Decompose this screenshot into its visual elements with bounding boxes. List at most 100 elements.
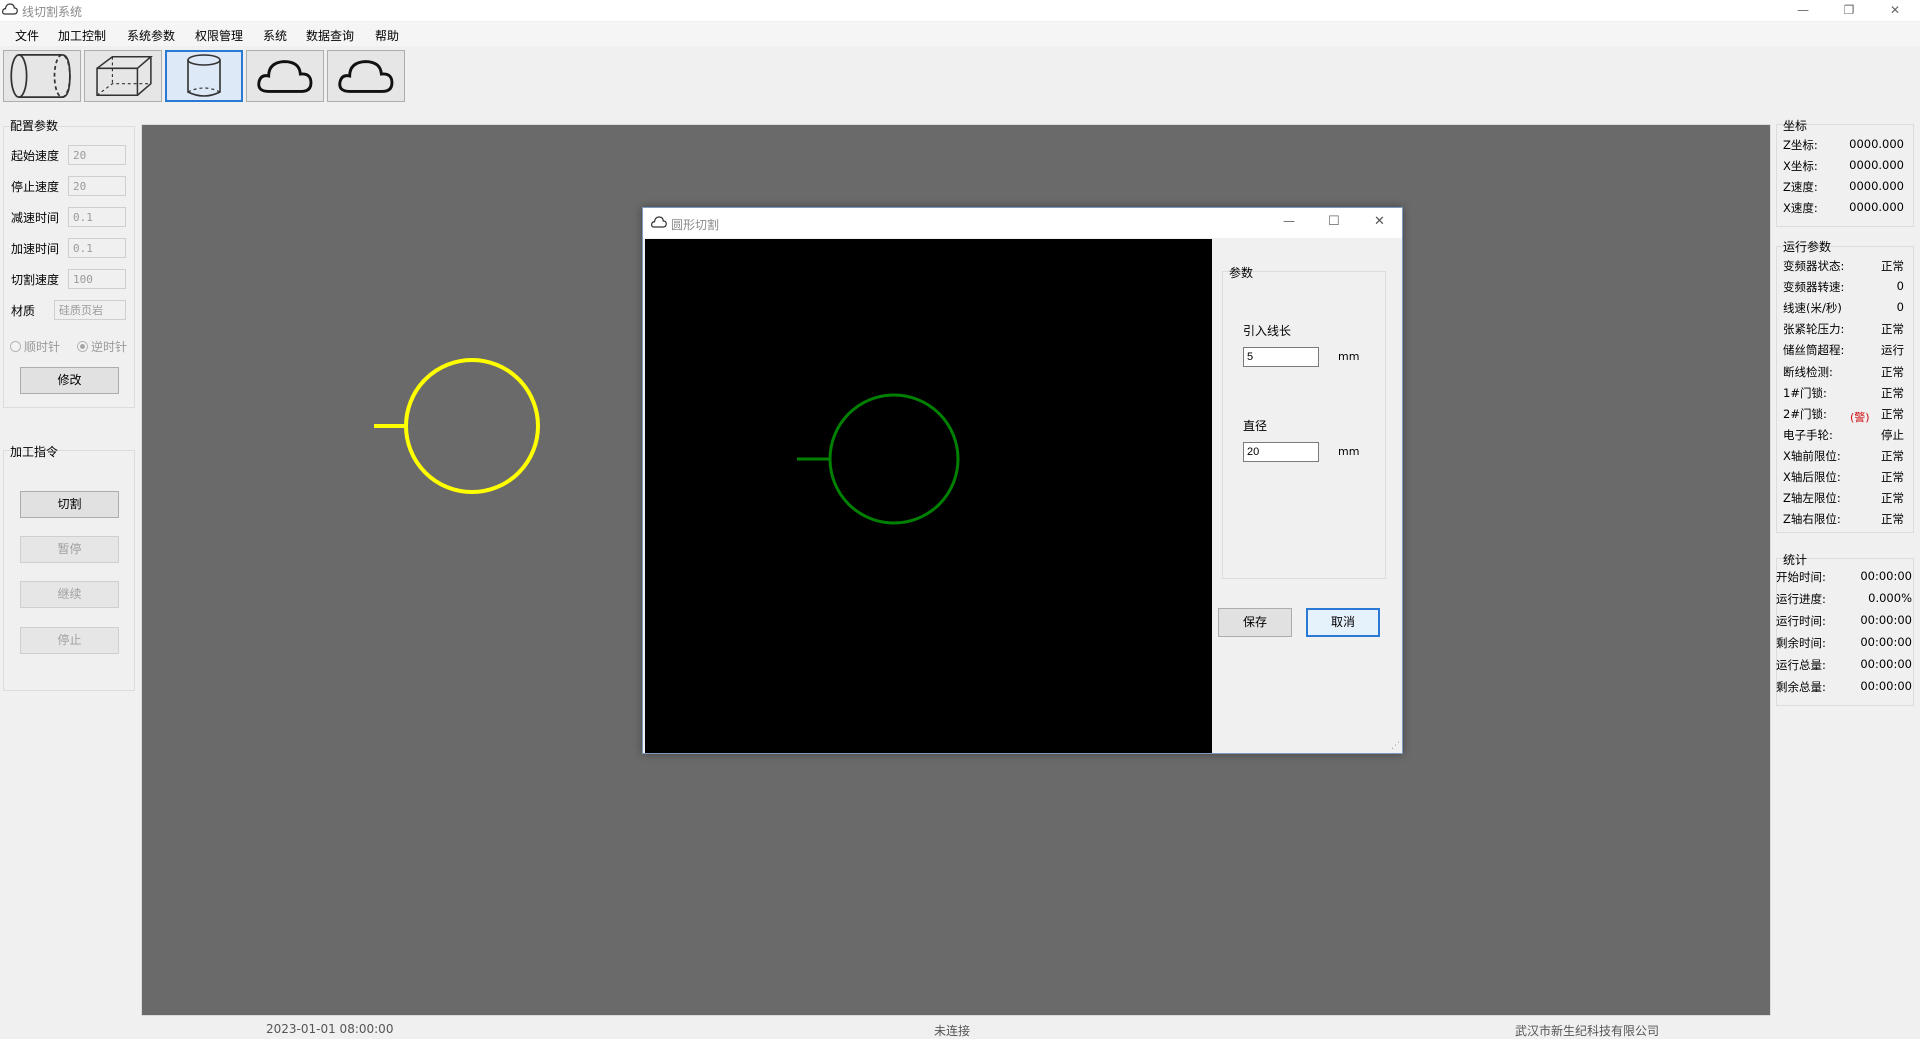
radio-label: 顺时针	[24, 340, 61, 354]
params-group-title: 参数	[1229, 266, 1254, 280]
commands-title: 加工指令	[10, 445, 59, 459]
cloud-icon	[328, 51, 404, 101]
row-value: 正常	[1881, 259, 1904, 273]
cloud-icon	[651, 215, 667, 232]
coords-title: 坐标	[1783, 119, 1808, 133]
row-label: 运行进度:	[1776, 592, 1826, 606]
accel-time-input[interactable]	[68, 238, 126, 258]
row-label: 断线检测:	[1783, 364, 1833, 379]
row-label: 变频器状态:	[1783, 259, 1845, 273]
menu-process-control[interactable]: 加工控制	[58, 27, 106, 44]
radio-counterclockwise[interactable]: 逆时针	[77, 338, 127, 355]
stop-speed-input[interactable]	[68, 176, 126, 196]
stop-button[interactable]: 停止	[20, 627, 119, 654]
continue-button[interactable]: 继续	[20, 581, 119, 608]
tool-cloud-1[interactable]	[246, 50, 324, 102]
dialog-title-bar: 圆形切割 — ☐ ✕	[643, 208, 1402, 238]
row-value: 正常	[1881, 385, 1904, 400]
run-params-title: 运行参数	[1783, 240, 1832, 254]
cylinder-vertical-icon	[167, 52, 241, 100]
menu-system[interactable]: 系统	[263, 27, 287, 44]
resize-grip-icon[interactable]: ⋰	[1391, 741, 1400, 751]
menu-data-query[interactable]: 数据查询	[306, 27, 354, 44]
minimize-icon[interactable]: —	[1780, 0, 1826, 21]
radio-label: 逆时针	[91, 340, 128, 354]
maximize-icon[interactable]: ☐	[1328, 214, 1340, 229]
diameter-input[interactable]	[1243, 442, 1319, 462]
lead-length-input[interactable]	[1243, 347, 1319, 367]
cut-speed-input[interactable]	[68, 269, 126, 289]
param-label: 材质	[11, 304, 36, 318]
row-value: 00:00:00	[1860, 569, 1912, 583]
row-value: 00:00:00	[1860, 657, 1912, 671]
row-label: 剩余总量:	[1776, 680, 1826, 694]
menu-system-params[interactable]: 系统参数	[127, 27, 175, 44]
coord-label: X坐标:	[1783, 159, 1818, 173]
title-bar: 线切割系统 — ❐ ✕	[0, 0, 1920, 21]
commands-panel	[3, 450, 135, 691]
cut-button[interactable]: 切割	[20, 491, 119, 518]
radio-dot	[10, 341, 21, 352]
coord-label: Z速度:	[1783, 180, 1818, 194]
stats-title: 统计	[1783, 553, 1808, 567]
tool-cube[interactable]	[84, 50, 162, 102]
close-icon[interactable]: ✕	[1374, 214, 1385, 229]
row-value: 00:00:00	[1860, 635, 1912, 649]
row-label: 储丝筒超程:	[1783, 343, 1845, 358]
tool-cylinder-horizontal[interactable]	[3, 50, 81, 102]
row-value: 0	[1896, 279, 1904, 294]
cancel-button[interactable]: 取消	[1306, 608, 1380, 637]
row-label: 运行时间:	[1776, 614, 1826, 628]
dialog-preview	[645, 239, 1212, 753]
modify-button[interactable]: 修改	[20, 367, 119, 394]
row-value: 00:00:00	[1860, 679, 1912, 693]
status-bar: 2023-01-01 08:00:00 未连接 武汉市新生纪科技有限公司	[0, 1018, 1920, 1039]
coord-value: 0000.000	[1849, 200, 1904, 214]
preview-circle-shape	[797, 393, 960, 525]
tool-cylinder-vertical[interactable]	[165, 50, 243, 102]
menu-help[interactable]: 帮助	[375, 27, 399, 44]
tool-cloud-2[interactable]	[327, 50, 405, 102]
row-value: 停止	[1881, 427, 1904, 442]
row-value: 0.000%	[1868, 591, 1912, 605]
row-label: 2#门锁:	[1783, 406, 1827, 421]
config-title: 配置参数	[10, 119, 59, 133]
diameter-label: 直径	[1243, 419, 1268, 433]
restore-icon[interactable]: ❐	[1826, 0, 1872, 21]
radio-clockwise[interactable]: 顺时针	[10, 338, 60, 355]
lead-length-label: 引入线长	[1243, 324, 1292, 338]
row-label: 开始时间:	[1776, 570, 1826, 584]
row-label: 运行总量:	[1776, 658, 1826, 672]
row-label: 变频器转速:	[1783, 280, 1845, 295]
window-title: 线切割系统	[22, 5, 83, 19]
unit-label: mm	[1338, 445, 1360, 458]
material-input[interactable]	[54, 300, 126, 320]
cloud-icon	[2, 2, 20, 18]
menu-file[interactable]: 文件	[15, 27, 39, 44]
param-label: 停止速度	[11, 180, 60, 194]
coord-value: 0000.000	[1849, 179, 1904, 193]
config-panel	[3, 126, 135, 408]
close-icon[interactable]: ✕	[1872, 0, 1918, 21]
coord-label: X速度:	[1783, 201, 1818, 215]
circle-cut-dialog: 圆形切割 — ☐ ✕ 参数 引入线长 mm 直径 mm 保存 取消 ⋰	[642, 207, 1403, 754]
param-label: 加速时间	[11, 242, 60, 256]
save-button[interactable]: 保存	[1218, 608, 1292, 637]
row-label: Z轴右限位:	[1783, 512, 1841, 527]
row-value: 正常	[1881, 491, 1904, 506]
start-speed-input[interactable]	[68, 145, 126, 165]
menu-permissions[interactable]: 权限管理	[195, 27, 243, 44]
row-label: 电子手轮:	[1783, 427, 1833, 442]
row-value: 正常	[1881, 448, 1904, 463]
coord-value: 0000.000	[1849, 137, 1904, 151]
pause-button[interactable]: 暂停	[20, 536, 119, 563]
param-label: 起始速度	[11, 149, 60, 163]
row-value: 正常	[1881, 364, 1904, 379]
minimize-icon[interactable]: —	[1283, 214, 1295, 228]
decel-time-input[interactable]	[68, 207, 126, 227]
unit-label: mm	[1338, 350, 1360, 363]
row-label: 线速(米/秒)	[1783, 301, 1842, 316]
row-value: 正常	[1881, 512, 1904, 527]
row-value: 0	[1896, 300, 1904, 315]
row-label: X轴后限位:	[1783, 470, 1841, 484]
